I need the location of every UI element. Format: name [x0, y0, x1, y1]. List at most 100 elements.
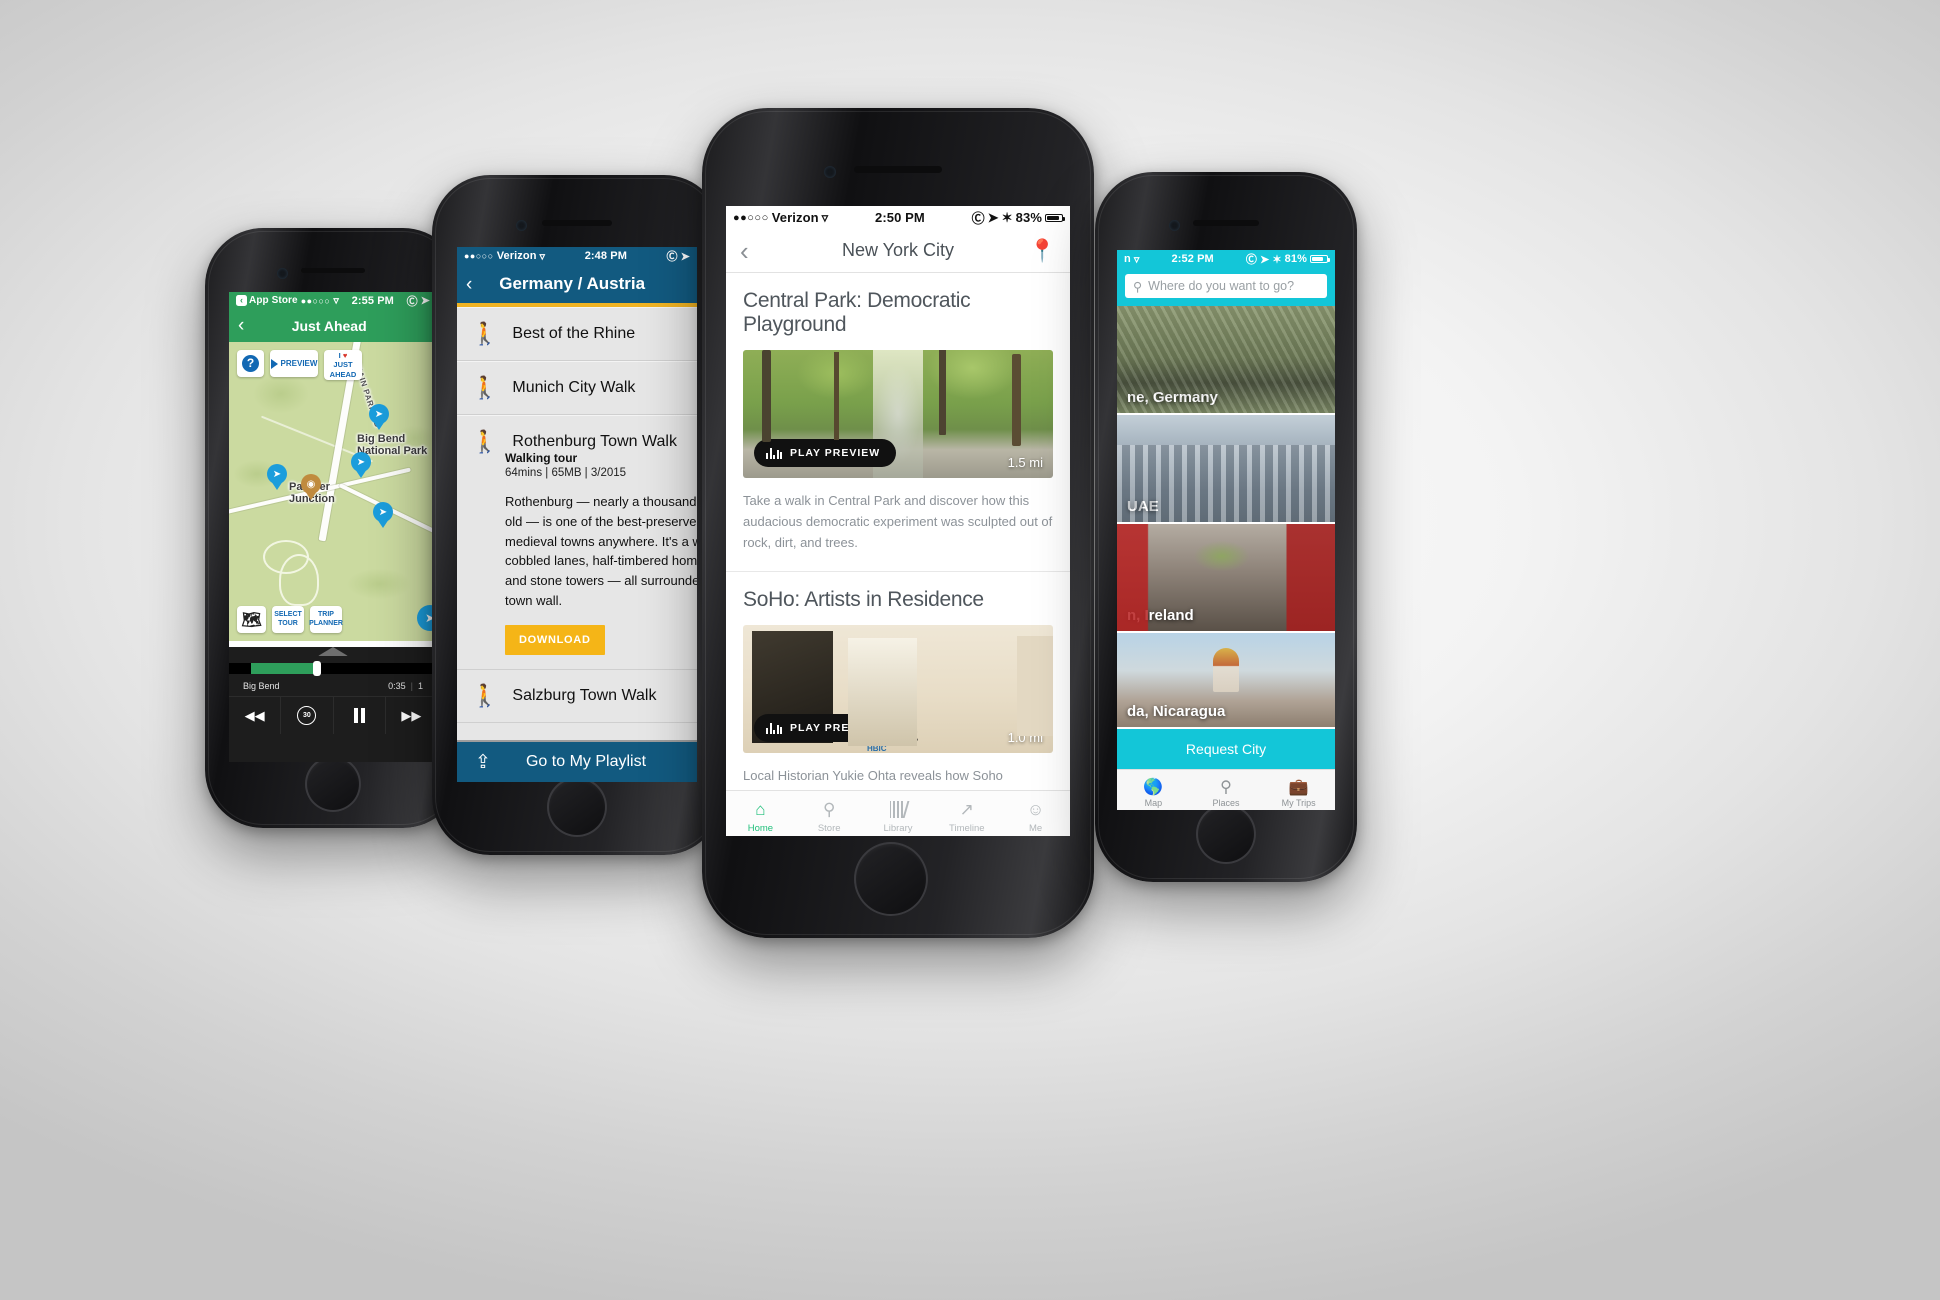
city-card[interactable]: n, Ireland — [1117, 524, 1335, 633]
home-button[interactable] — [854, 842, 928, 916]
map-pin[interactable]: ➤ — [267, 464, 287, 490]
card-image-soho[interactable]: NZYME HBIC PLAY PREVIEW 1.0 mi — [743, 625, 1053, 754]
trip-planner-button[interactable]: TRIP PLANNER — [309, 606, 343, 633]
tab-store[interactable]: ⚲ Store — [795, 791, 864, 836]
time-separator: | — [410, 681, 413, 691]
preview-button[interactable]: PREVIEW — [270, 350, 318, 377]
status-time: 2:50 PM — [875, 210, 925, 225]
tab-my-trips[interactable]: 💼 My Trips — [1262, 770, 1335, 810]
play-preview-button[interactable]: PLAY PREVIEW — [754, 439, 897, 467]
tour-card[interactable]: Central Park: Democratic Playground PLAY… — [726, 273, 1070, 573]
earpiece-speaker — [542, 220, 612, 226]
play-preview-button[interactable]: PLAY PREVIEW — [754, 714, 897, 743]
player-controls: ◀◀ 30 ▶▶ — [229, 696, 437, 734]
card-distance: 1.5 mi — [1007, 455, 1043, 470]
equalizer-icon — [766, 722, 782, 734]
walking-person-icon: 🚶 — [471, 321, 499, 346]
back-30-icon: 30 — [297, 706, 317, 725]
page-title: New York City — [841, 240, 955, 260]
back-30-button[interactable]: 30 — [281, 697, 334, 734]
tab-timeline[interactable]: ↗ Timeline — [932, 791, 1001, 836]
page-title: Germany / Austria — [499, 274, 646, 293]
map-road-loop-2 — [279, 554, 319, 606]
front-camera — [824, 166, 836, 178]
map-view-button[interactable]: 🗺 — [237, 606, 266, 633]
tour-list-item[interactable]: 🚶 Best of the Rhine — [457, 307, 697, 361]
location-pin-icon[interactable]: 📍 — [1026, 238, 1056, 264]
location-arrow-icon: ➤ — [680, 250, 690, 263]
select-tour-button[interactable]: SELECT TOUR — [272, 606, 304, 633]
tab-bar: 🌎 Map ⚲ Places 💼 My Trips — [1117, 769, 1335, 810]
drag-handle[interactable] — [318, 647, 348, 656]
card-image-central-park[interactable]: PLAY PREVIEW 1.5 mi — [743, 350, 1053, 478]
phone3-screen: ●●○○○ Verizon ▿ 2:50 PM Ⓒ ➤ ✶ 83% ‹ New … — [726, 206, 1070, 836]
search-icon: ⚲ — [1133, 279, 1143, 294]
pause-button[interactable] — [334, 697, 386, 734]
download-button[interactable]: DOWNLOAD — [505, 624, 605, 655]
status-bar: ●●○○○ Verizon ▿ 2:48 PM Ⓒ ➤ — [457, 247, 697, 265]
tab-label: Library — [883, 822, 913, 834]
map-pin[interactable]: ➤ — [351, 452, 371, 478]
city-list: ne, Germany UAE n, Ireland da, Nicaragua — [1117, 306, 1335, 729]
home-button[interactable] — [305, 756, 361, 812]
go-to-playlist-bar[interactable]: ⇪ Go to My Playlist — [457, 740, 697, 782]
germany-austria-tour-list-phone: ●●○○○ Verizon ▿ 2:48 PM Ⓒ ➤ ‹ Germany / … — [432, 175, 722, 855]
tour-name: Best of the Rhine — [512, 325, 636, 342]
map-pin[interactable]: ➤ — [369, 404, 389, 430]
map-pin-poi[interactable]: ◉ — [301, 474, 321, 500]
back-button[interactable]: ‹ — [740, 238, 770, 264]
wifi-icon: ▿ — [539, 250, 546, 263]
i-love-just-ahead-button[interactable]: I ♥ JUST AHEAD — [324, 350, 362, 380]
library-icon — [889, 800, 909, 820]
back-button[interactable]: ‹ — [457, 275, 481, 294]
search-icon: ⚲ — [822, 799, 836, 819]
search-input[interactable]: ⚲ Where do you want to go? — [1125, 274, 1327, 298]
progress-scrubber[interactable] — [229, 661, 437, 676]
tab-label: My Trips — [1281, 798, 1316, 808]
home-button[interactable] — [1196, 804, 1256, 864]
just-label: JUST — [333, 360, 353, 370]
map-canvas[interactable]: MAIN PARK RD Big Bend National Park Pant… — [229, 342, 437, 641]
tab-me[interactable]: ☺ Me — [1001, 791, 1070, 836]
tab-places[interactable]: ⚲ Places — [1190, 770, 1263, 810]
tour-list-item[interactable]: 🚶 Munich City Walk — [457, 361, 697, 415]
help-button[interactable]: ? — [237, 350, 264, 377]
tour-list-item[interactable]: 🚶 Salzburg Town Walk — [457, 668, 697, 723]
audio-player: Big Bend 0:35 | 1 ◀◀ 30 ▶▶ — [229, 647, 437, 762]
smiley-face-icon: ☺ — [1026, 799, 1045, 819]
home-button[interactable] — [547, 777, 607, 837]
track-title: Big Bend — [243, 681, 280, 691]
front-camera — [277, 268, 288, 279]
tab-map[interactable]: 🌎 Map — [1117, 770, 1190, 810]
request-city-button[interactable]: Request City — [1117, 729, 1335, 769]
rewind-button[interactable]: ◀◀ — [229, 697, 282, 734]
signal-dots: ●●○○○ — [733, 211, 769, 224]
tour-detail-panel: Walking tour 64mins | 65MB | 3/2015 Roth… — [457, 451, 697, 669]
pause-icon — [353, 708, 365, 723]
tour-card-list[interactable]: Central Park: Democratic Playground PLAY… — [726, 273, 1070, 790]
card-blurb: Take a walk in Central Park and discover… — [743, 493, 1053, 550]
tour-stats: 64mins | 65MB | 3/2015 — [505, 467, 627, 479]
scrubber-knob[interactable] — [313, 661, 321, 676]
share-icon: ⇪ — [475, 751, 491, 773]
map-pin[interactable]: ➤ — [373, 502, 393, 528]
map-icon: 🗺 — [241, 611, 262, 629]
city-card[interactable]: ne, Germany — [1117, 306, 1335, 415]
i-label: I ♥ — [338, 351, 348, 361]
graffiti-text-secondary: HBIC — [867, 744, 887, 754]
back-button[interactable]: ‹ — [229, 316, 253, 335]
tour-name: Rothenburg Town Walk — [512, 433, 677, 450]
tab-home[interactable]: ⌂ Home — [726, 791, 795, 836]
city-card[interactable]: UAE — [1117, 415, 1335, 524]
app-store-back-link[interactable]: ‹ App Store — [236, 295, 298, 306]
map-toolbar-top: ? PREVIEW I ♥ JUST AHEAD — [237, 350, 362, 380]
tour-card[interactable]: SoHo: Artists in Residence NZYME HBIC PL… — [726, 572, 1070, 790]
tab-library[interactable]: Library — [864, 791, 933, 836]
battery-percent: 81% — [1284, 253, 1307, 265]
city-card[interactable]: da, Nicaragua — [1117, 633, 1335, 729]
forward-button[interactable]: ▶▶ — [386, 697, 437, 734]
desc-line: and stone towers — all surrounded by a — [505, 573, 697, 588]
just-ahead-map-phone: ‹ App Store ●●○○○ ▿ 2:55 PM Ⓒ ➤ ‹ Just A… — [205, 228, 461, 828]
player-meta: Big Bend 0:35 | 1 — [229, 674, 437, 696]
tour-name: Munich City Walk — [512, 379, 636, 396]
